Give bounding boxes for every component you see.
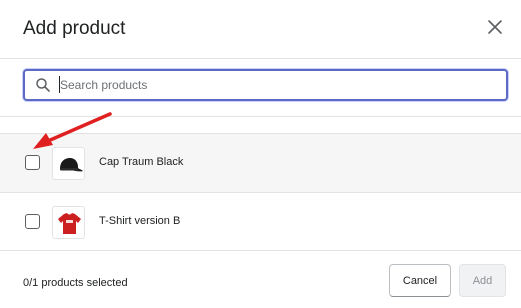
product-name: T-Shirt version B [99,215,181,227]
product-thumbnail [52,147,85,180]
modal-footer: 0/1 products selected Cancel Add [0,255,521,308]
product-row[interactable]: Cap Traum Black [0,133,521,192]
product-row[interactable]: T-Shirt version B [0,192,521,251]
add-product-modal: Add product Cap Traum Black [0,0,521,308]
search-section [0,59,521,117]
search-input[interactable] [60,74,500,96]
search-field[interactable] [23,69,508,101]
cancel-button[interactable]: Cancel [389,264,451,297]
modal-title: Add product [23,18,126,39]
modal-header: Add product [0,0,521,59]
product-name: Cap Traum Black [99,156,184,168]
close-icon[interactable] [485,17,505,37]
product-thumbnail [52,206,85,239]
search-icon [36,78,50,92]
product-checkbox[interactable] [25,155,40,170]
selection-count: 0/1 products selected [23,277,128,289]
add-button[interactable]: Add [459,264,506,297]
red-tshirt-icon [58,213,81,234]
product-list: Cap Traum Black T-Shirt version B [0,133,521,251]
product-checkbox[interactable] [25,214,40,229]
black-cap-icon [60,158,83,172]
